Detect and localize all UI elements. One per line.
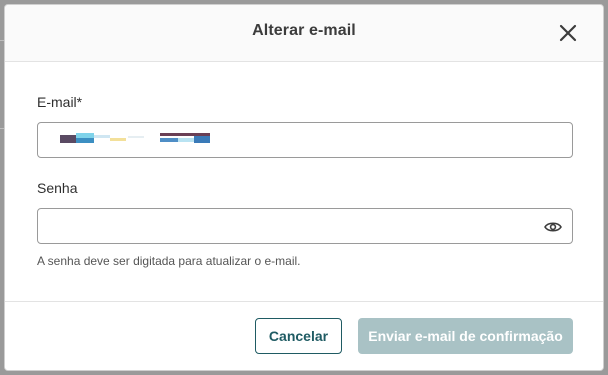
email-label: E-mail*: [37, 94, 83, 110]
password-hint: A senha deve ser digitada para atualizar…: [37, 254, 301, 268]
close-icon: [559, 24, 577, 42]
password-field[interactable]: [38, 209, 542, 243]
dialog-body: E-mail* Senha A senha deve ser digitada …: [5, 62, 603, 302]
dialog-header: Alterar e-mail: [5, 5, 603, 62]
change-email-dialog: Alterar e-mail E-mail* Senha A senha dev…: [4, 4, 604, 371]
password-field-wrapper: [37, 208, 573, 244]
redacted-email-value: [60, 133, 220, 145]
dialog-footer: Cancelar Enviar e-mail de confirmação: [5, 301, 603, 370]
send-confirmation-email-button[interactable]: Enviar e-mail de confirmação: [358, 318, 573, 354]
cancel-button[interactable]: Cancelar: [255, 318, 342, 354]
email-field-wrapper: [37, 122, 573, 158]
eye-icon: [544, 222, 562, 232]
password-label: Senha: [37, 180, 78, 196]
show-password-button[interactable]: [544, 218, 562, 236]
close-button[interactable]: [555, 20, 581, 46]
dialog-title: Alterar e-mail: [252, 22, 356, 39]
